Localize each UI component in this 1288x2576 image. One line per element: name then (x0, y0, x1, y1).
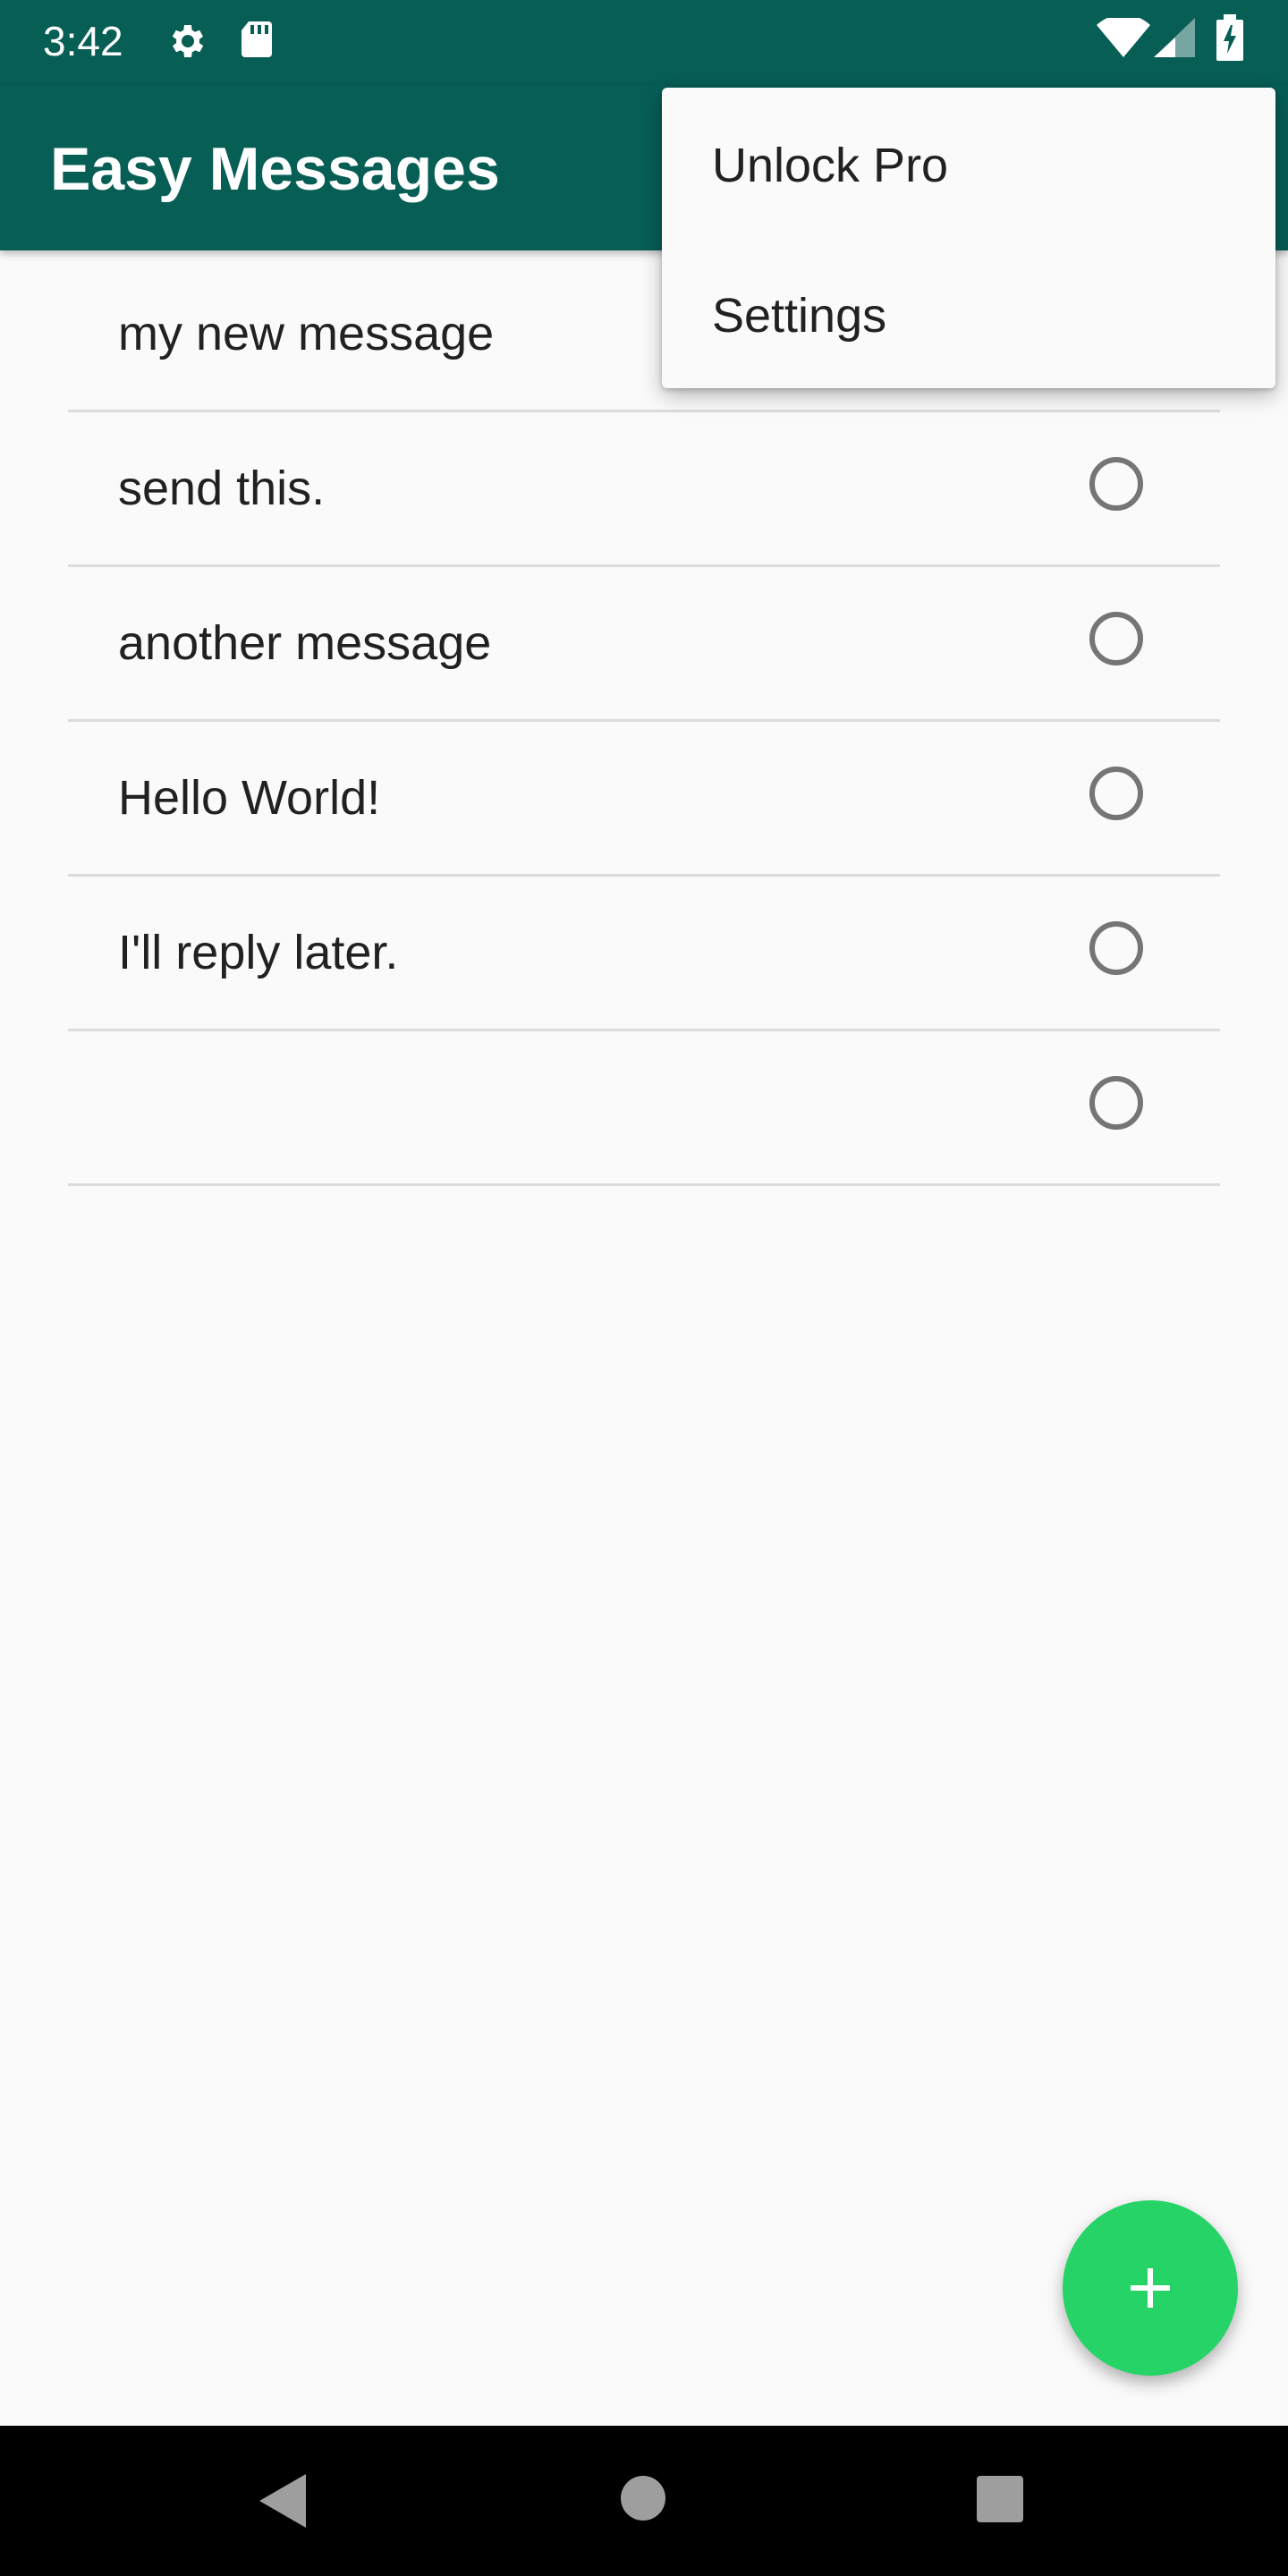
add-message-button[interactable] (1063, 2200, 1238, 2376)
message-row[interactable]: another message (68, 567, 1220, 722)
message-text: send this. (118, 462, 326, 515)
menu-item-unlock-pro[interactable]: Unlock Pro (712, 134, 948, 197)
wifi-icon (1097, 14, 1150, 62)
app-title: Easy Messages (50, 135, 500, 203)
message-text: my new message (118, 307, 495, 360)
sd-card-icon (236, 18, 275, 65)
message-list: my new message send this. another messag… (68, 258, 1220, 1186)
message-row[interactable]: send this. (68, 412, 1220, 567)
message-text: Hello World! (118, 771, 381, 825)
screen: 3:42 Easy Messages my new message send t… (0, 0, 1288, 2576)
radio-button[interactable] (1089, 1076, 1143, 1130)
radio-button[interactable] (1089, 767, 1143, 820)
home-icon[interactable] (621, 2476, 665, 2521)
back-icon[interactable] (259, 2474, 309, 2532)
menu-item-settings[interactable]: Settings (712, 284, 886, 347)
overflow-menu: Unlock Pro Settings (662, 88, 1275, 388)
message-row[interactable]: I'll reply later. (68, 877, 1220, 1031)
radio-button[interactable] (1089, 612, 1143, 665)
radio-button[interactable] (1089, 457, 1143, 511)
message-row[interactable]: Hello World! (68, 722, 1220, 877)
status-time: 3:42 (43, 18, 123, 64)
cellular-signal-icon (1154, 18, 1195, 62)
status-bar: 3:42 (0, 0, 1288, 86)
message-text: I'll reply later. (118, 926, 399, 979)
battery-charging-icon (1216, 14, 1243, 65)
message-text: another message (118, 616, 492, 670)
message-row[interactable] (68, 1031, 1220, 1186)
gear-icon (166, 20, 209, 67)
radio-button[interactable] (1089, 921, 1143, 975)
recents-icon[interactable] (977, 2476, 1023, 2522)
